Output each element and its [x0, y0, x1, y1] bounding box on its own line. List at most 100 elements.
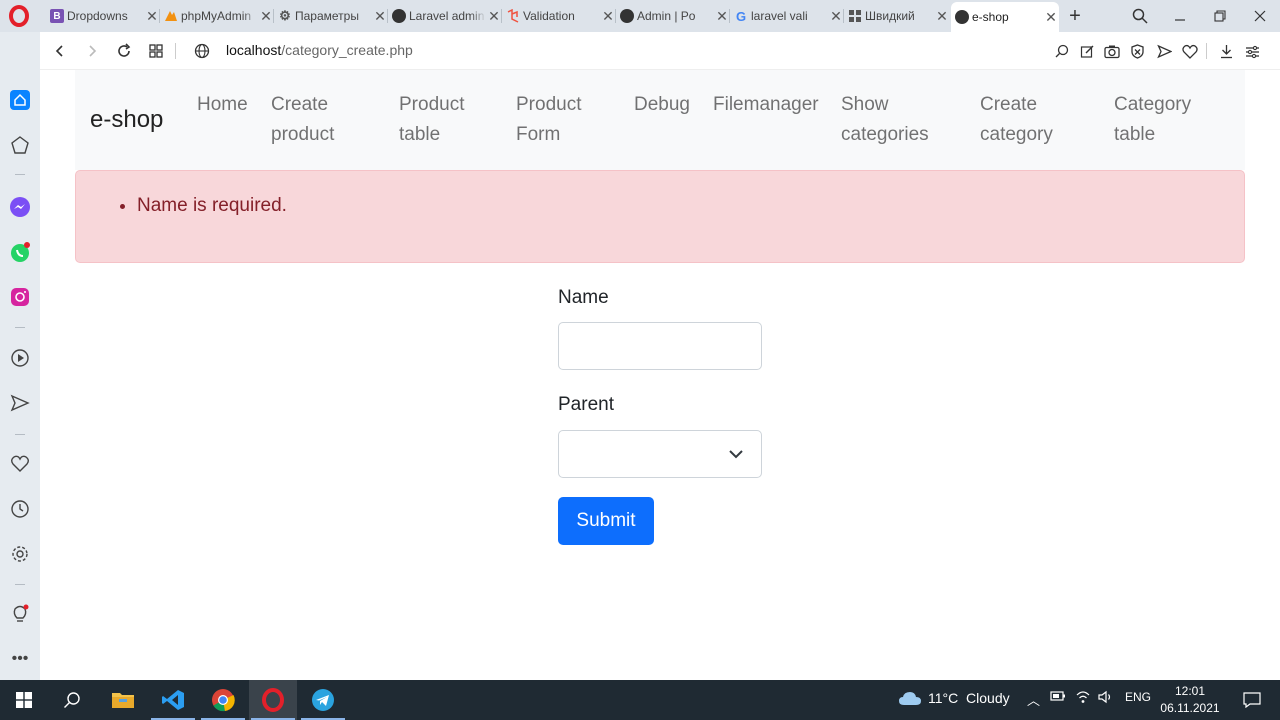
tab-close-icon[interactable]: ✕: [258, 8, 274, 25]
address-bar: localhost/category_create.php: [40, 32, 1280, 70]
browser-tab-google-search[interactable]: G laravel vali ✕: [730, 3, 844, 29]
browser-tab-speed-dial[interactable]: Швидкий ✕: [844, 3, 950, 29]
forward-button[interactable]: [80, 39, 104, 63]
chevron-up-icon[interactable]: ︿: [1027, 690, 1040, 709]
bootstrap-icon: B: [50, 9, 64, 23]
search-tabs-icon[interactable]: [1128, 4, 1152, 28]
tab-close-icon[interactable]: ✕: [486, 8, 502, 25]
phpmyadmin-icon: [164, 9, 178, 23]
globe-icon: [955, 10, 969, 24]
heart-icon[interactable]: [8, 452, 32, 476]
bookmark-heart-icon[interactable]: [1180, 41, 1200, 61]
battery-icon[interactable]: [1050, 690, 1066, 705]
language-indicator[interactable]: ENG: [1125, 690, 1151, 704]
minimize-window-button[interactable]: [1168, 4, 1192, 28]
player-icon[interactable]: [8, 346, 32, 370]
notification-icon[interactable]: [1232, 680, 1272, 720]
nav-link-show-categories[interactable]: Show categories: [841, 90, 929, 150]
tab-close-icon[interactable]: ✕: [828, 8, 844, 25]
site-navbar: e-shop Home Create product Product table P…: [75, 70, 1245, 170]
file-explorer-icon[interactable]: [99, 680, 147, 720]
new-tab-button[interactable]: +: [1063, 4, 1087, 28]
back-button[interactable]: [48, 39, 72, 63]
error-list: Name is required.: [137, 195, 287, 217]
tab-close-icon[interactable]: ✕: [144, 8, 160, 25]
lightbulb-icon[interactable]: [8, 602, 32, 626]
tab-close-icon[interactable]: ✕: [934, 8, 950, 25]
camera-icon[interactable]: [1102, 41, 1122, 61]
adblock-shield-icon[interactable]: [1127, 41, 1147, 61]
close-window-button[interactable]: [1248, 4, 1272, 28]
url-field[interactable]: localhost/category_create.php: [226, 42, 413, 58]
parent-label: Parent: [558, 394, 614, 415]
chrome-icon[interactable]: [199, 680, 247, 720]
nav-link-filemanager[interactable]: Filemanager: [713, 90, 819, 120]
restore-window-button[interactable]: [1208, 4, 1232, 28]
tab-close-icon[interactable]: ✕: [372, 8, 388, 25]
browser-tab-strip: B Dropdowns ✕ phpMyAdmin ✕ ⚙ Параметры ✕…: [0, 0, 1280, 32]
zoom-icon[interactable]: [1052, 41, 1072, 61]
home-icon[interactable]: [8, 88, 32, 112]
system-clock[interactable]: 12:01 06.11.2021: [1158, 683, 1222, 717]
volume-icon[interactable]: [1098, 690, 1114, 707]
windows-taskbar: 11°C Cloudy ︿ ENG 12:01 06.11.2021: [0, 680, 1280, 720]
nav-link-debug[interactable]: Debug: [634, 90, 690, 120]
vscode-icon[interactable]: [149, 680, 197, 720]
name-label: Name: [558, 287, 609, 308]
laravel-icon: [506, 9, 520, 23]
cloud-icon: [899, 692, 921, 705]
windows-start-icon[interactable]: [0, 680, 48, 720]
globe-icon: [620, 9, 634, 23]
speed-dial-icon[interactable]: [8, 133, 32, 157]
browser-tab-settings[interactable]: ⚙ Параметры ✕: [274, 3, 388, 29]
weather-widget[interactable]: 11°C Cloudy: [898, 690, 1010, 706]
submit-button[interactable]: Submit: [558, 497, 654, 545]
page-content: e-shop Home Create product Product table P…: [40, 70, 1280, 680]
browser-tab-phpmyadmin[interactable]: phpMyAdmin ✕: [160, 3, 274, 29]
browser-tab-validation[interactable]: Validation ✕: [502, 3, 616, 29]
error-item: Name is required.: [137, 195, 287, 217]
browser-tab-admin[interactable]: Admin | Po ✕: [616, 3, 730, 29]
settings-gear-icon[interactable]: [8, 542, 32, 566]
chevron-down-icon: [729, 450, 743, 459]
taskbar-search-icon[interactable]: [48, 680, 96, 720]
name-input[interactable]: [558, 322, 762, 370]
instagram-icon[interactable]: [8, 285, 32, 309]
easy-setup-menu-icon[interactable]: [1242, 41, 1262, 61]
nav-link-category-table[interactable]: Category table: [1114, 90, 1191, 150]
navbar-brand[interactable]: e-shop: [90, 106, 163, 134]
browser-tab-eshop[interactable]: e-shop ✕: [951, 2, 1059, 32]
nav-link-product-form[interactable]: Product Form: [516, 90, 581, 150]
flow-send-icon[interactable]: [8, 391, 32, 415]
download-icon[interactable]: [1216, 41, 1236, 61]
opera-taskbar-icon[interactable]: [249, 680, 297, 720]
tab-grid-icon[interactable]: [144, 39, 168, 63]
grid-icon: [848, 9, 862, 23]
google-icon: G: [735, 8, 747, 24]
site-info-globe-icon[interactable]: [190, 39, 214, 63]
tab-close-icon[interactable]: ✕: [1043, 9, 1059, 26]
nav-link-create-category[interactable]: Create category: [980, 90, 1053, 150]
nav-link-product-table[interactable]: Product table: [399, 90, 464, 150]
nav-link-home[interactable]: Home: [197, 90, 248, 120]
error-alert: Name is required.: [75, 170, 1245, 263]
whatsapp-icon[interactable]: [8, 240, 32, 264]
history-icon[interactable]: [8, 497, 32, 521]
messenger-icon[interactable]: [8, 195, 32, 219]
reload-button[interactable]: [112, 39, 136, 63]
more-icon[interactable]: •••: [8, 647, 32, 671]
telegram-icon[interactable]: [299, 680, 347, 720]
browser-tab-laravel-admin[interactable]: Laravel admin ✕: [388, 3, 502, 29]
opera-menu-icon[interactable]: [8, 5, 30, 27]
nav-link-create-product[interactable]: Create product: [271, 90, 334, 150]
globe-icon: [392, 9, 406, 23]
edit-icon[interactable]: [1077, 41, 1097, 61]
browser-tab-dropdowns[interactable]: B Dropdowns ✕: [46, 3, 160, 29]
gear-icon: ⚙: [279, 8, 291, 23]
parent-select[interactable]: [558, 430, 762, 478]
tab-close-icon[interactable]: ✕: [714, 8, 730, 25]
browser-sidebar: •••: [0, 32, 40, 680]
tab-close-icon[interactable]: ✕: [600, 8, 616, 25]
wifi-icon[interactable]: [1075, 690, 1091, 707]
send-icon[interactable]: [1154, 41, 1174, 61]
